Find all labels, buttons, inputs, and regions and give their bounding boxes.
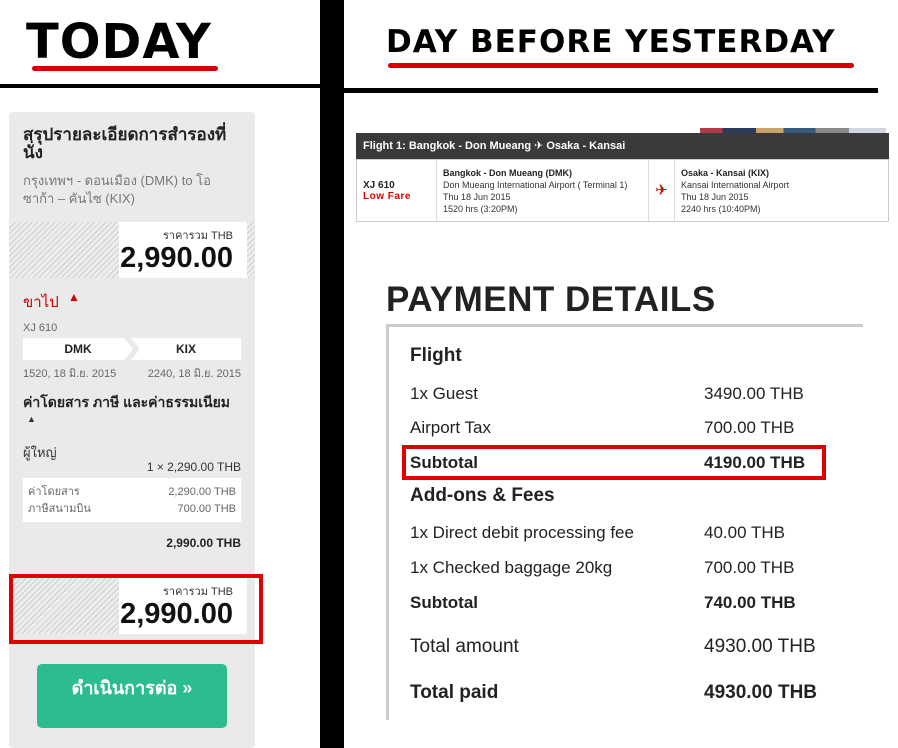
addons-subtotal-value: 740.00 THB [704,593,796,612]
airport-tax-value: 700.00 THB [704,418,795,437]
flight-header-bar: Flight 1: Bangkok - Don Mueang ✈ Osaka -… [356,133,889,159]
booking-summary-title: สรุปรายละเอียดการสำรองที่นั่ง [23,125,227,162]
addons-section-heading: Add-ons & Fees [410,485,555,506]
guest-value: 3490.00 THB [704,384,804,403]
fare-breakdown-toggle[interactable]: ค่าโดยสาร ภาษี และค่าธรรมเนียม [23,392,243,414]
departure-date: Thu 18 Jun 2015 [443,192,511,202]
fare-row-value: 700.00 THB [177,503,236,515]
continue-button[interactable]: ดำเนินการต่อ » [37,664,227,728]
baggage-value: 700.00 THB [704,558,795,577]
day-before-yesterday-heading: DAY BEFORE YESTERDAY [386,24,836,60]
flight-code-cell: XJ 610 Low Fare [357,160,437,221]
arrival-time: 2240, 18 มิ.ย. 2015 [147,368,241,380]
total-price-box-top: ราคารวม THB 2,990.00 [9,222,255,278]
price-panel: ราคารวม THB 2,990.00 [119,222,247,278]
route-description: กรุงเทพฯ - ดอนเมือง (DMK) to โอซาก้า – ค… [23,173,211,206]
origin-chip: DMK [23,338,133,360]
payment-rule-top [386,324,863,327]
adult-quantity-price: 1 × 2,290.00 THB [146,460,241,474]
total-paid-value: 4930.00 THB [704,682,818,703]
total-amount-label: Total amount [410,636,519,657]
arrival-date: Thu 18 Jun 2015 [681,192,749,202]
fare-row-label: ภาษีสนามบิน [28,503,91,515]
fare-row: ภาษีสนามบิน 700.00 THB [28,501,236,518]
departure-city: Bangkok - Don Mueang (DMK) [443,168,572,178]
outbound-toggle-link[interactable]: ขาไป [23,290,59,314]
destination-chip: KIX [131,338,241,360]
plane-icon: ✈ [649,160,675,221]
departure-time-detail: 1520 hrs (3:20PM) [443,204,518,214]
caret-up-icon[interactable]: ▲ [68,290,80,304]
highlight-subtotal [402,445,826,480]
price-value: 2,990.00 [120,242,233,274]
total-amount-value: 4930.00 THB [704,636,816,657]
flight-number: XJ 610 [363,180,395,191]
flight-code: XJ 610 [23,322,58,334]
baggage-label: 1x Checked baggage 20kg [410,558,613,577]
caret-up-icon[interactable]: ▲ [27,414,36,424]
airport-tax-label: Airport Tax [410,418,491,437]
divider-horizontal-right [344,88,878,93]
today-heading: TODAY [26,14,212,70]
price-hatch-right [247,222,255,278]
departure-airport: Don Mueang International Airport ( Termi… [443,180,628,190]
arrival-airport: Kansai International Airport [681,180,790,190]
fare-class: Low Fare [363,191,411,202]
debit-fee-label: 1x Direct debit processing fee [410,523,634,542]
adult-label: ผู้ใหญ่ [23,445,57,460]
fare-row: ค่าโดยสาร 2,290.00 THB [28,484,236,501]
price-hatch-left [9,222,119,278]
payment-rule-left [386,324,389,720]
booking-summary-panel: สรุปรายละเอียดการสำรองที่นั่ง กรุงเทพฯ -… [9,112,255,748]
guest-label: 1x Guest [410,384,479,403]
addons-subtotal-label: Subtotal [410,593,478,612]
fare-total: 2,990.00 THB [166,536,241,550]
fare-table: ค่าโดยสาร 2,290.00 THB ภาษีสนามบิน 700.0… [23,478,241,522]
flight-card: XJ 610 Low Fare Bangkok - Don Mueang (DM… [356,159,889,222]
arrival-city: Osaka - Kansai (KIX) [681,168,770,178]
day-before-yesterday-underline [388,63,854,68]
arrival-time-detail: 2240 hrs (10:40PM) [681,204,761,214]
fare-row-value: 2,290.00 THB [168,486,236,498]
payment-details-title: PAYMENT DETAILS [386,280,716,319]
total-paid-label: Total paid [410,682,499,703]
arrival-cell: Osaka - Kansai (KIX) Kansai Internationa… [675,160,889,221]
highlight-total-today [9,574,263,644]
debit-fee-value: 40.00 THB [704,523,785,542]
departure-time: 1520, 18 มิ.ย. 2015 [23,368,117,380]
divider-vertical [320,0,344,748]
today-underline [32,66,218,71]
divider-horizontal-left [0,84,322,88]
departure-cell: Bangkok - Don Mueang (DMK) Don Mueang In… [437,160,649,221]
fare-row-label: ค่าโดยสาร [28,486,80,498]
flight-section-heading: Flight [410,345,462,366]
